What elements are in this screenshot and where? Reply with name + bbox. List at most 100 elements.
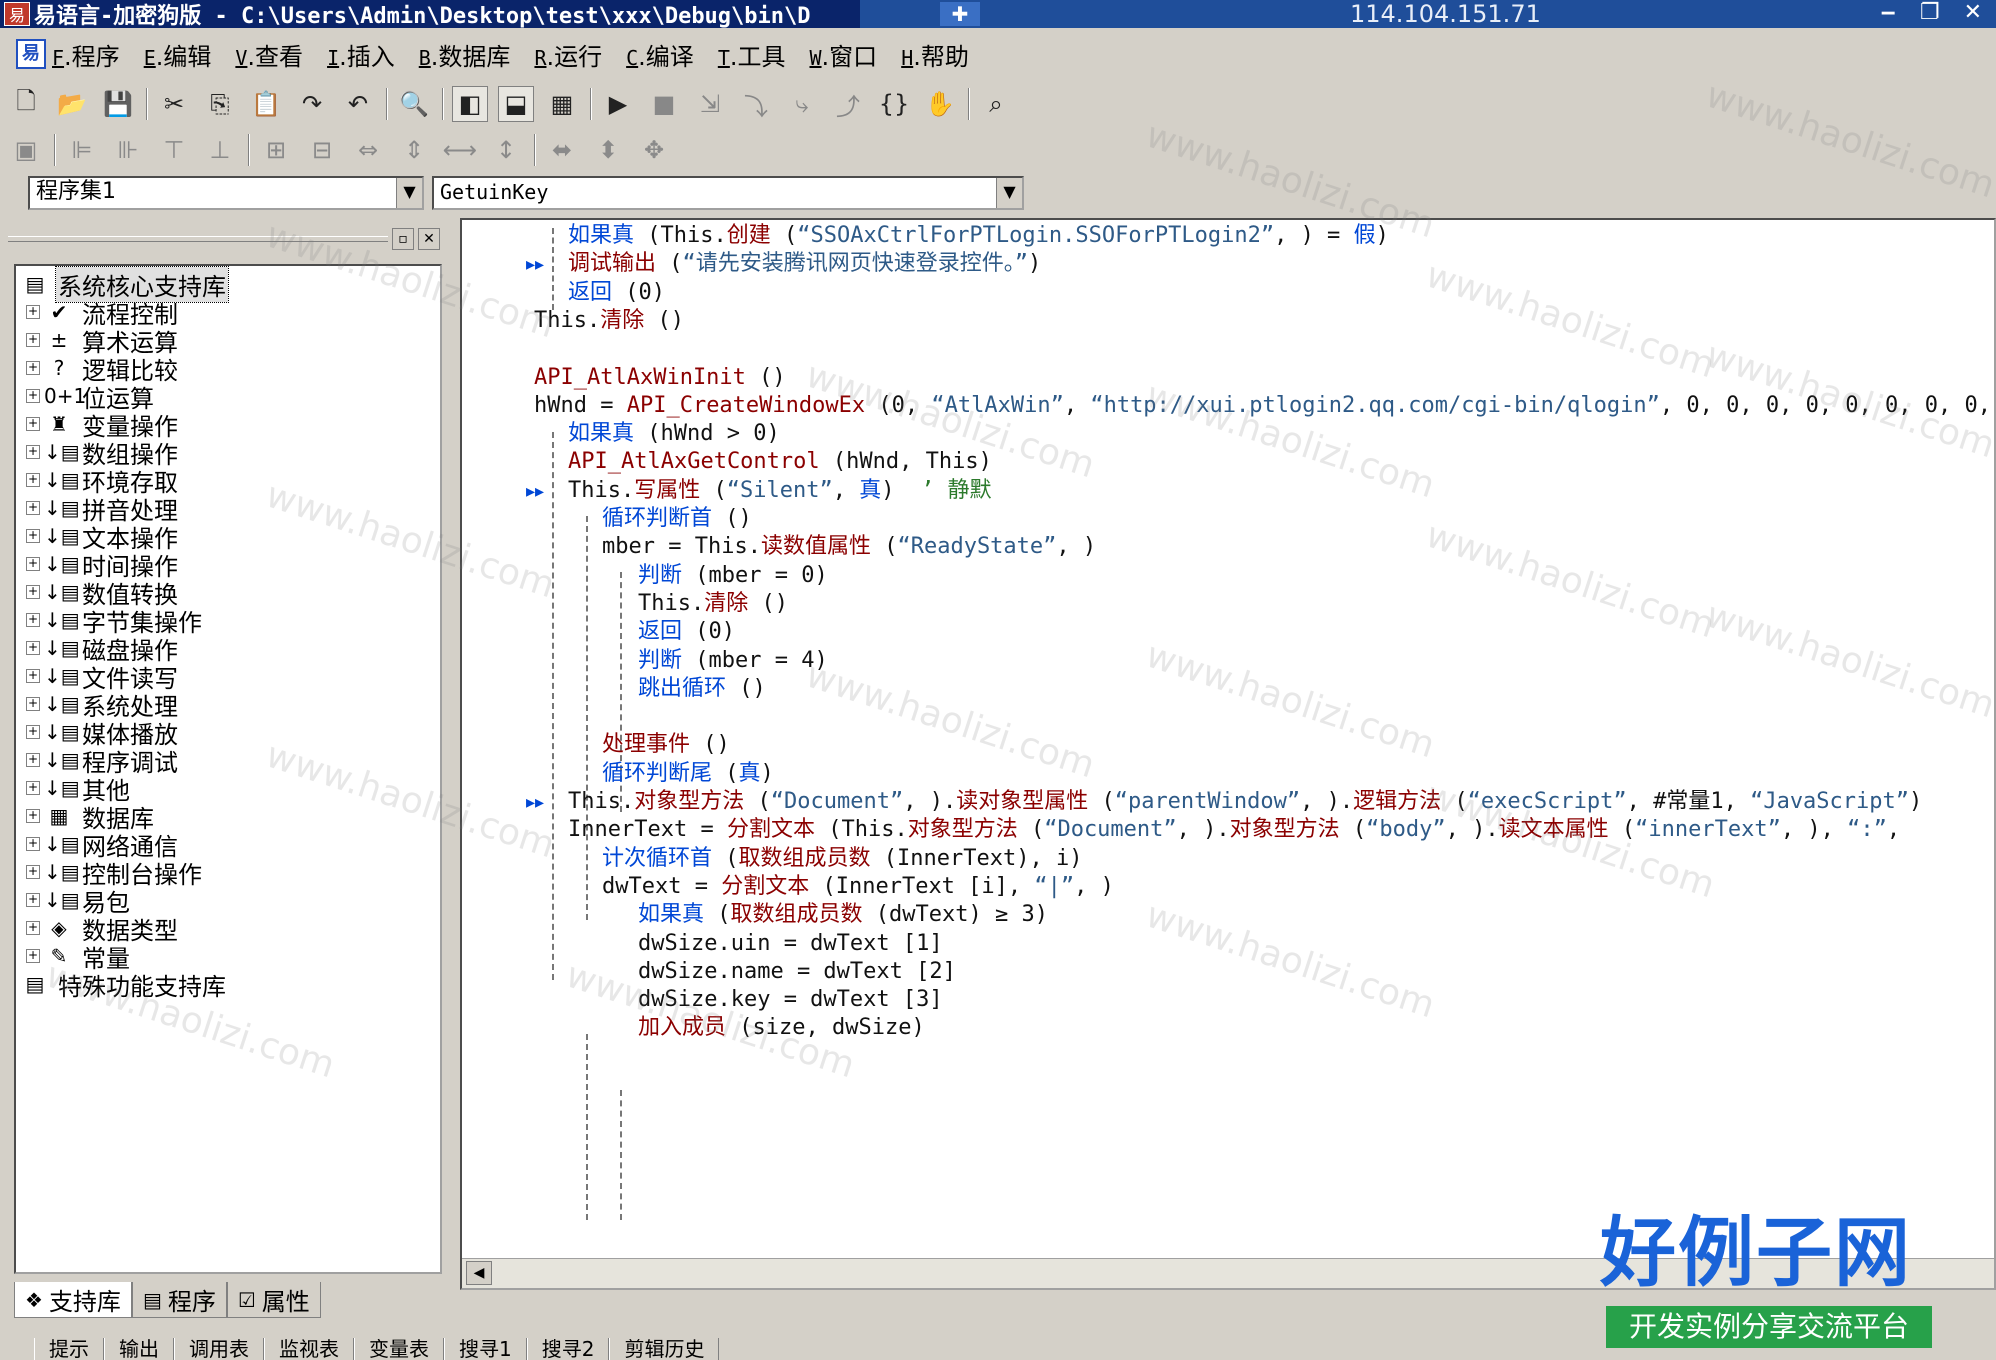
panel-close-button[interactable]: ✕ bbox=[418, 228, 440, 250]
code-line[interactable]: dwSize.uin = dwText [1] bbox=[638, 928, 943, 960]
layout-bottom-icon[interactable]: ⬓ bbox=[498, 86, 534, 122]
step-icon[interactable]: ⇲ bbox=[692, 86, 728, 122]
code-line[interactable]: 加入成员 (size, dwSize) bbox=[638, 1012, 925, 1044]
stop-icon[interactable]: ■ bbox=[646, 86, 682, 122]
expand-icon[interactable]: + bbox=[26, 361, 40, 375]
expand-icon[interactable]: + bbox=[26, 725, 40, 739]
size-width-icon[interactable]: ⬌ bbox=[544, 132, 580, 168]
space-horizontal-icon[interactable]: ⟷ bbox=[442, 132, 478, 168]
code-line[interactable]: This.清除 () bbox=[534, 305, 684, 337]
expand-icon[interactable]: + bbox=[26, 557, 40, 571]
hand-icon[interactable]: ✋ bbox=[922, 86, 958, 122]
expand-icon[interactable]: + bbox=[26, 921, 40, 935]
paste-icon[interactable]: 📋 bbox=[248, 86, 284, 122]
size-both-icon[interactable]: ✥ bbox=[636, 132, 672, 168]
chevron-down-icon[interactable]: ▼ bbox=[396, 178, 422, 208]
expand-icon[interactable]: + bbox=[26, 333, 40, 347]
tab-support-library[interactable]: ❖ 支持库 bbox=[14, 1282, 132, 1318]
breakpoint-icon[interactable]: {} bbox=[876, 86, 912, 122]
assembly-select[interactable]: 程序集1 ▼ bbox=[28, 176, 424, 210]
breakpoint-marker-icon[interactable]: ▸▸ bbox=[526, 481, 544, 502]
code-line[interactable]: This.对象型方法 (“Document”, ).读对象型属性 (“paren… bbox=[568, 786, 1922, 818]
new-file-icon[interactable]: 🗋 bbox=[8, 86, 44, 122]
expand-icon[interactable]: + bbox=[26, 697, 40, 711]
bottom-tab[interactable]: 提示 bbox=[34, 1338, 104, 1360]
expand-icon[interactable]: + bbox=[26, 305, 40, 319]
redo-icon[interactable]: ↷ bbox=[294, 86, 330, 122]
center-horizontal-icon[interactable]: ⊞ bbox=[258, 132, 294, 168]
find-icon[interactable]: 🔍 bbox=[396, 86, 432, 122]
restore-button[interactable]: ❐ bbox=[1920, 0, 1940, 26]
code-line[interactable]: API_AtlAxGetControl (hWnd, This) bbox=[568, 446, 992, 478]
code-line[interactable]: 判断 (mber = 0) bbox=[638, 560, 828, 592]
tab-program[interactable]: ▤ 程序 bbox=[131, 1282, 227, 1318]
space-vertical-icon[interactable]: ↕ bbox=[488, 132, 524, 168]
bottom-tab[interactable]: 搜寻2 bbox=[526, 1338, 610, 1360]
code-line[interactable]: mber = This.读数值属性 (“ReadyState”, ) bbox=[602, 531, 1096, 563]
code-line[interactable]: 如果真 (This.创建 (“SSOAxCtrlForPTLogin.SSOFo… bbox=[568, 220, 1389, 252]
code-line[interactable]: dwSize.key = dwText [3] bbox=[638, 984, 943, 1016]
step-over-icon[interactable]: ⤷ bbox=[784, 86, 820, 122]
expand-icon[interactable]: + bbox=[26, 669, 40, 683]
align-left-icon[interactable]: ⊫ bbox=[64, 132, 100, 168]
expand-icon[interactable]: + bbox=[26, 585, 40, 599]
save-icon[interactable]: 💾 bbox=[100, 86, 136, 122]
expand-icon[interactable]: + bbox=[26, 529, 40, 543]
expand-icon[interactable]: + bbox=[26, 389, 40, 403]
code-line[interactable]: API_AtlAxWinInit () bbox=[534, 362, 786, 394]
code-line[interactable]: 如果真 (取数组成员数 (dwText) ≥ 3) bbox=[638, 899, 1048, 931]
menu-item-1[interactable]: E.编辑 bbox=[144, 37, 212, 72]
app-menu-icon[interactable]: 易 bbox=[16, 39, 46, 69]
close-button[interactable]: ✕ bbox=[1964, 0, 1982, 26]
code-line[interactable]: 返回 (0) bbox=[568, 277, 665, 309]
panel-maximize-button[interactable]: ▫ bbox=[392, 228, 414, 250]
code-line[interactable]: InnerText = 分割文本 (This.对象型方法 (“Document”… bbox=[568, 814, 1900, 846]
size-height-icon[interactable]: ⬍ bbox=[590, 132, 626, 168]
breakpoint-marker-icon[interactable]: ▸▸ bbox=[526, 254, 544, 275]
menu-item-5[interactable]: R.运行 bbox=[534, 37, 602, 72]
expand-icon[interactable]: + bbox=[26, 501, 40, 515]
breakpoint-marker-icon[interactable]: ▸▸ bbox=[526, 792, 544, 813]
code-line[interactable]: 跳出循环 () bbox=[638, 673, 766, 705]
undo-icon[interactable]: ↶ bbox=[340, 86, 376, 122]
same-height-icon[interactable]: ⇕ bbox=[396, 132, 432, 168]
cut-icon[interactable]: ✂ bbox=[156, 86, 192, 122]
minimize-button[interactable]: ‒ bbox=[1881, 0, 1896, 26]
step-into-icon[interactable]: ⤵ bbox=[738, 86, 774, 122]
expand-icon[interactable]: + bbox=[26, 641, 40, 655]
panel-grip[interactable] bbox=[8, 236, 388, 242]
open-folder-icon[interactable]: 📂 bbox=[54, 86, 90, 122]
bottom-tab[interactable]: 输出 bbox=[104, 1338, 174, 1360]
align-grid-icon[interactable]: ▣ bbox=[8, 132, 44, 168]
step-out-icon[interactable]: ⤴ bbox=[830, 86, 866, 122]
code-line[interactable]: 返回 (0) bbox=[638, 616, 735, 648]
menu-item-4[interactable]: B.数据库 bbox=[419, 37, 511, 72]
copy-icon[interactable]: ⎘ bbox=[202, 86, 238, 122]
layout-grid-icon[interactable]: ▦ bbox=[544, 86, 580, 122]
menu-item-8[interactable]: W.窗口 bbox=[810, 37, 878, 72]
run-icon[interactable]: ▶ bbox=[600, 86, 636, 122]
code-line[interactable]: hWnd = API_CreateWindowEx (0, “AtlAxWin”… bbox=[534, 390, 1994, 422]
code-line[interactable]: 处理事件 () bbox=[602, 729, 730, 761]
menu-item-0[interactable]: F.程序 bbox=[52, 37, 120, 72]
code-line[interactable]: 调试输出 (“请先安装腾讯网页快速登录控件。”) bbox=[568, 248, 1041, 280]
code-line[interactable]: dwSize.name = dwText [2] bbox=[638, 956, 956, 988]
code-line[interactable]: This.写属性 (“Silent”, 真) ’ 静默 bbox=[568, 475, 991, 507]
pin-icon[interactable]: ✚ bbox=[940, 2, 980, 26]
menu-item-2[interactable]: V.查看 bbox=[235, 37, 303, 72]
method-select[interactable]: GetuinKey ▼ bbox=[432, 176, 1024, 210]
expand-icon[interactable]: + bbox=[26, 753, 40, 767]
bottom-tab[interactable]: 监视表 bbox=[264, 1338, 354, 1360]
chevron-down-icon[interactable]: ▼ bbox=[996, 178, 1022, 208]
menu-item-7[interactable]: T.工具 bbox=[718, 37, 786, 72]
bottom-tab[interactable]: 搜寻1 bbox=[444, 1338, 527, 1360]
tab-properties[interactable]: ☑ 属性 bbox=[226, 1282, 321, 1318]
menu-item-6[interactable]: C.编译 bbox=[626, 37, 694, 72]
center-vertical-icon[interactable]: ⊟ bbox=[304, 132, 340, 168]
expand-icon[interactable]: + bbox=[26, 613, 40, 627]
code-line[interactable]: 循环判断尾 (真) bbox=[602, 758, 774, 790]
align-top-icon[interactable]: ⊤ bbox=[156, 132, 192, 168]
bottom-tab[interactable]: 调用表 bbox=[174, 1338, 264, 1360]
binoculars-icon[interactable]: ⌕ bbox=[978, 86, 1014, 122]
expand-icon[interactable]: + bbox=[26, 809, 40, 823]
